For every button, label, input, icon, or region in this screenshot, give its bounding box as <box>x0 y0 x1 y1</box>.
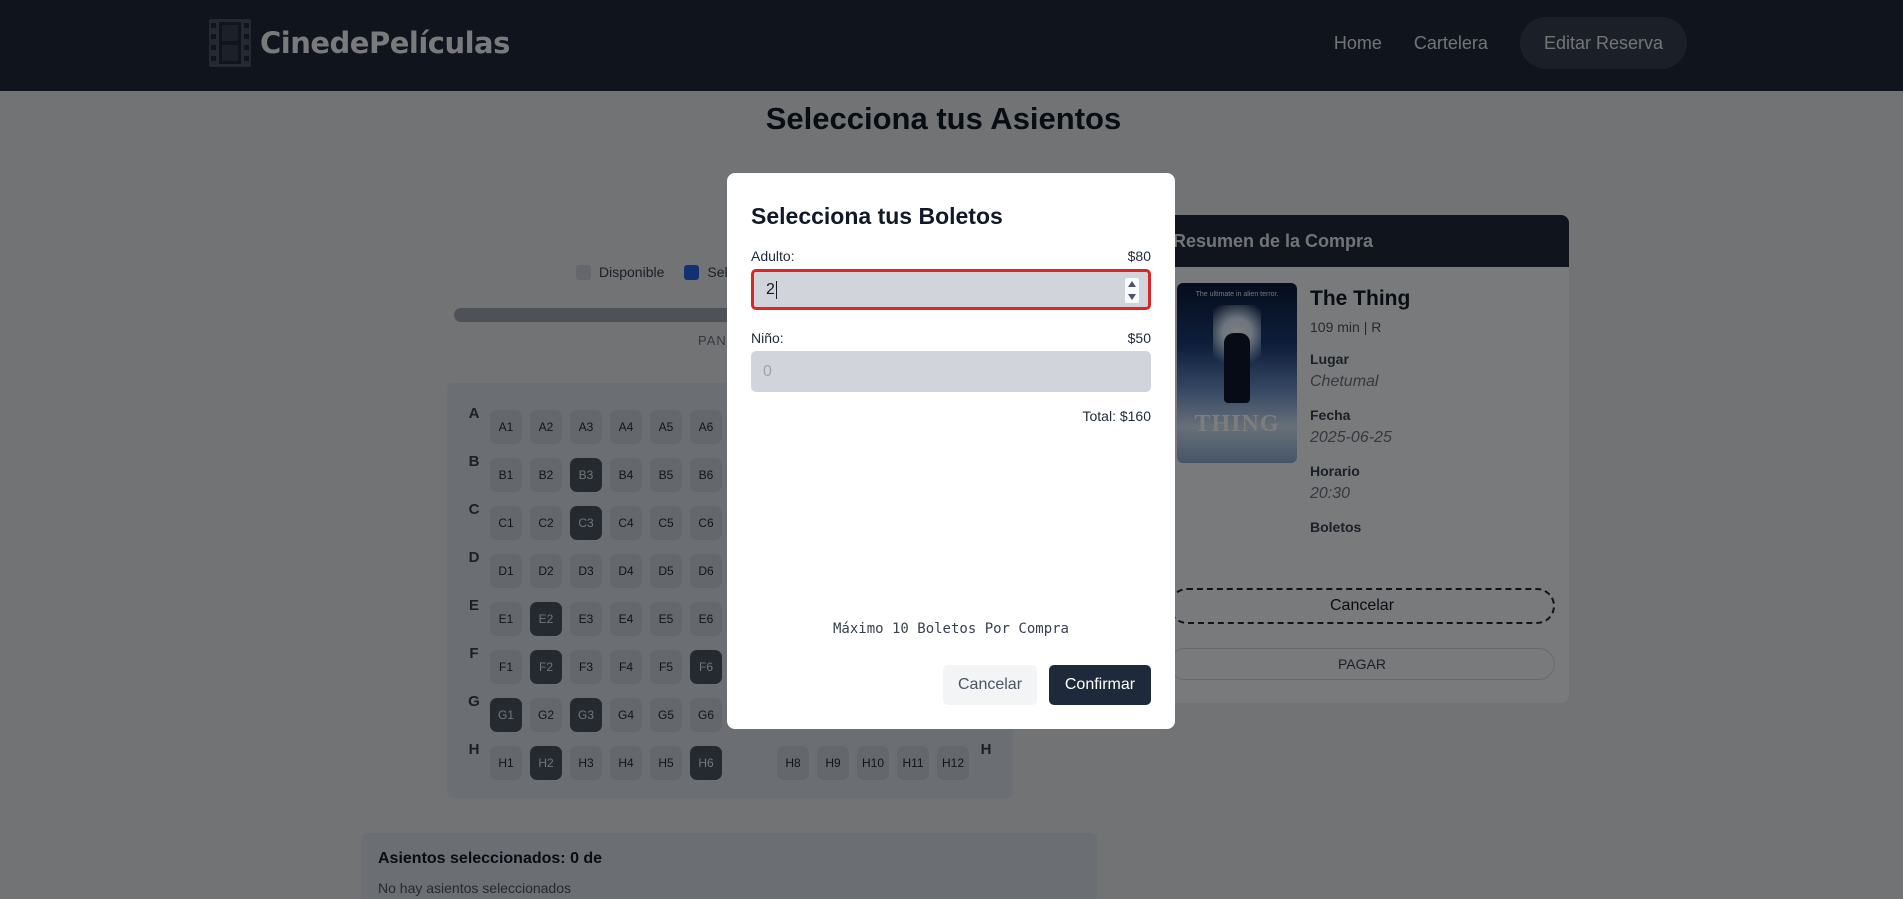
modal-confirm-button[interactable]: Confirmar <box>1049 665 1151 705</box>
child-price: $50 <box>1127 330 1151 346</box>
ticket-modal: Selecciona tus Boletos Adulto: $80 2 Niñ… <box>727 173 1175 729</box>
max-tickets-note: Máximo 10 Boletos Por Compra <box>832 621 1069 637</box>
spin-up-icon[interactable] <box>1128 281 1136 287</box>
child-quantity-input[interactable]: 0 <box>751 351 1151 392</box>
number-spinner[interactable] <box>1125 278 1139 303</box>
text-caret <box>775 280 777 299</box>
adult-quantity-input[interactable]: 2 <box>751 269 1151 310</box>
modal-title: Selecciona tus Boletos <box>751 203 1003 229</box>
modal-cancel-button[interactable]: Cancelar <box>943 665 1037 705</box>
spin-down-icon[interactable] <box>1128 294 1136 300</box>
child-label: Niño: <box>751 330 784 346</box>
adult-price: $80 <box>1127 248 1151 264</box>
ticket-total: Total: $160 <box>1082 408 1152 424</box>
adult-quantity-value: 2 <box>766 280 775 298</box>
child-quantity-placeholder: 0 <box>763 362 772 380</box>
adult-label: Adulto: <box>751 248 795 264</box>
